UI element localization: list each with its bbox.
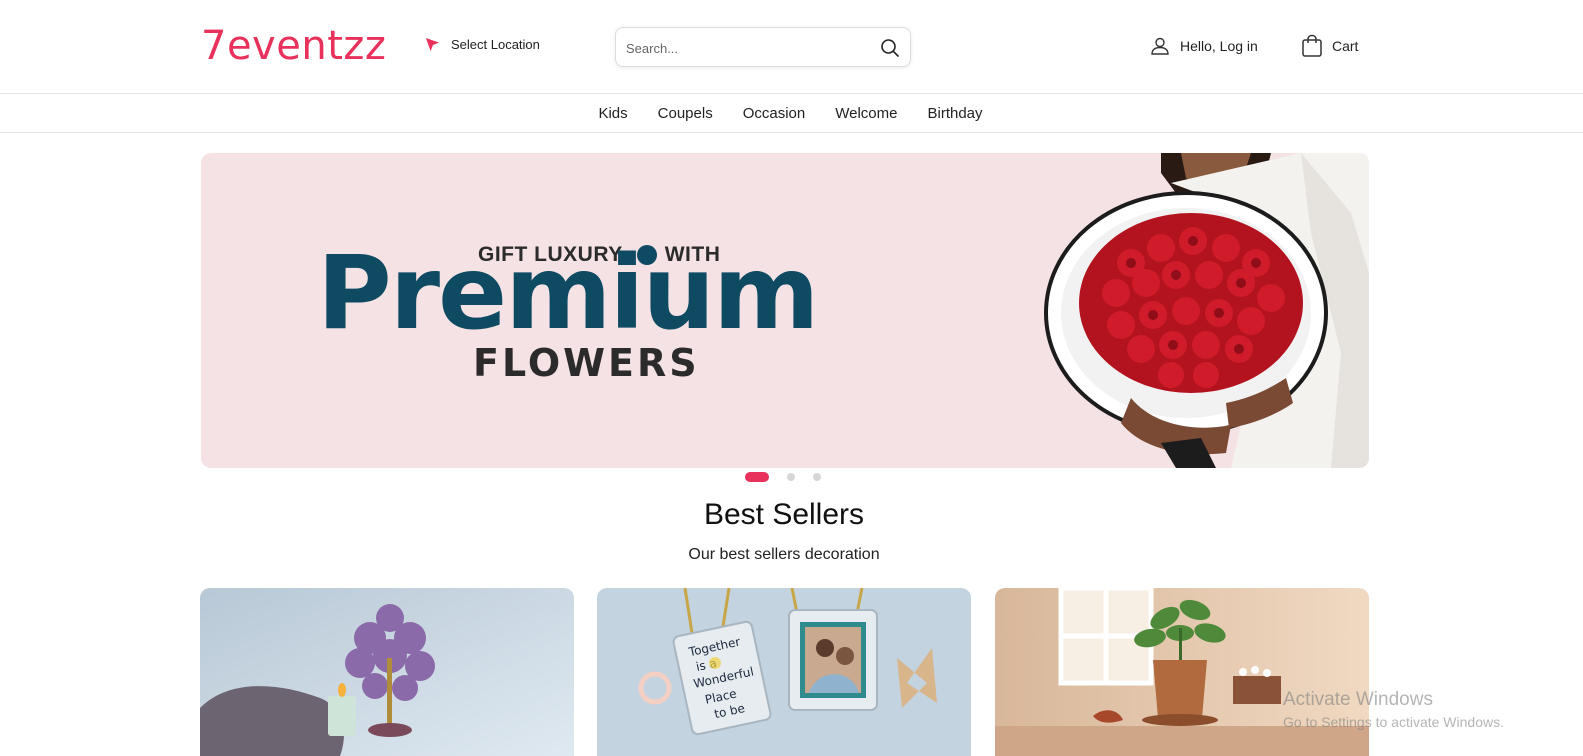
activate-windows-watermark: Activate Windows Go to Settings to activ… — [1283, 689, 1504, 730]
location-arrow-icon — [425, 37, 440, 52]
nav-item-kids[interactable]: Kids — [598, 105, 627, 122]
select-location-label: Select Location — [451, 37, 540, 52]
hero-banner[interactable]: GIFT LUXURY WITH Premium FLOWERS — [201, 153, 1369, 468]
product-card-potted-plant[interactable] — [995, 588, 1369, 756]
watermark-subtitle: Go to Settings to activate Windows. — [1283, 714, 1504, 730]
search-button[interactable] — [878, 36, 902, 60]
nav-item-welcome[interactable]: Welcome — [835, 105, 897, 122]
user-icon — [1151, 37, 1169, 55]
nav-item-coupels[interactable]: Coupels — [658, 105, 713, 122]
carousel-dots — [745, 472, 821, 482]
nav-item-occasion[interactable]: Occasion — [743, 105, 806, 122]
photo-frame-image: Together is a Wonderful Place to be — [597, 588, 971, 756]
watermark-title: Activate Windows — [1283, 689, 1433, 710]
gem-tree-candle-image — [200, 588, 574, 756]
potted-plant-image — [995, 588, 1369, 756]
shopping-bag-icon — [1302, 34, 1322, 57]
select-location-button[interactable]: Select Location — [425, 37, 540, 52]
carousel-dot-3[interactable] — [813, 473, 821, 481]
login-button[interactable]: Hello, Log in — [1150, 36, 1258, 56]
search-box — [615, 27, 911, 67]
product-card-photo-frame[interactable]: Together is a Wonderful Place to be — [597, 588, 971, 756]
site-logo[interactable]: 7eventzz — [201, 24, 386, 68]
banner-bouquet-image — [1044, 153, 1369, 468]
login-label: Hello, Log in — [1180, 38, 1258, 54]
banner-subline: FLOWERS — [473, 341, 700, 385]
cart-label: Cart — [1332, 38, 1359, 54]
carousel-dot-1[interactable] — [745, 472, 769, 482]
site-header: 7eventzz Select Location Hello, Log in C… — [0, 0, 1583, 94]
banner-headline: Premium — [317, 234, 819, 353]
best-sellers-subtitle: Our best sellers decoration — [688, 546, 880, 563]
carousel-dot-2[interactable] — [787, 473, 795, 481]
best-sellers-title: Best Sellers — [703, 498, 865, 531]
product-card-gem-tree[interactable] — [200, 588, 574, 756]
category-nav: Kids Coupels Occasion Welcome Birthday — [0, 94, 1583, 133]
search-input[interactable] — [626, 37, 866, 59]
cart-button[interactable]: Cart — [1301, 34, 1358, 58]
nav-item-birthday[interactable]: Birthday — [927, 105, 982, 122]
search-icon — [881, 39, 899, 57]
